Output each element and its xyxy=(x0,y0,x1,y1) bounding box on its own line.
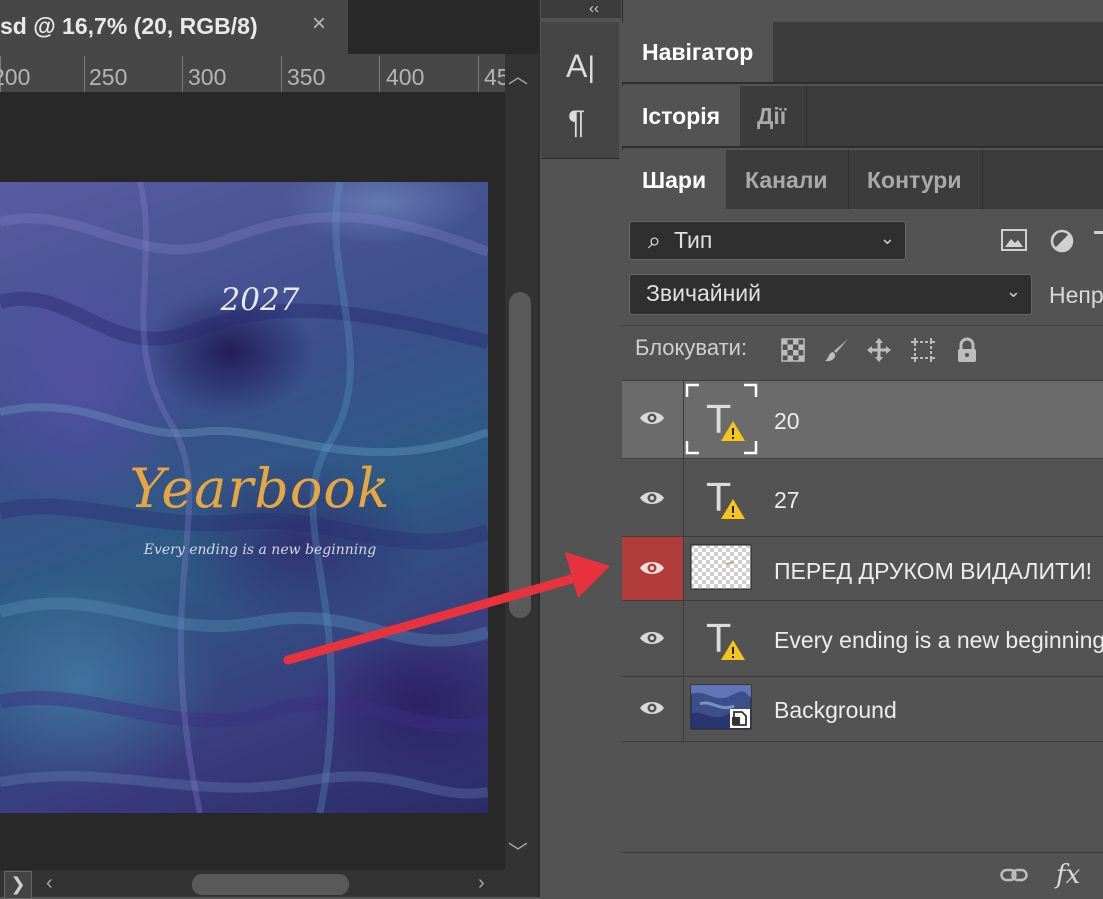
ruler-tick-label: 250 xyxy=(89,64,128,90)
filter-type-layer-icon[interactable] xyxy=(1094,229,1103,253)
link-layers-icon[interactable] xyxy=(1000,866,1028,884)
navigator-panel-header: Навігатор xyxy=(622,22,1103,84)
chevron-down-icon: ⌄ xyxy=(1005,281,1021,301)
lock-artboard-icon[interactable] xyxy=(910,337,936,363)
chevron-down-icon: ⌄ xyxy=(879,228,895,248)
horizontal-ruler[interactable]: 200 250 300 350 400 45 xyxy=(0,54,505,94)
eye-icon xyxy=(640,412,664,424)
opacity-label: Непр xyxy=(1049,282,1103,308)
lock-label: Блокувати: xyxy=(635,335,748,360)
ruler-tick xyxy=(84,56,85,92)
text-layer-thumbnail: T xyxy=(685,383,758,455)
blend-mode-value: Звичайний xyxy=(646,280,761,306)
layer-row[interactable]: T Every ending is a new beginning xyxy=(622,600,1103,676)
layer-visibility-toggle[interactable] xyxy=(622,677,684,741)
tab-history[interactable]: Історія xyxy=(622,86,741,146)
next-document-icon[interactable]: ❯ xyxy=(4,871,32,899)
layer-row[interactable]: T 27 xyxy=(622,458,1103,536)
close-tab-icon[interactable]: × xyxy=(312,10,326,38)
smart-object-thumbnail xyxy=(690,684,752,730)
layers-panel-header: Шари Канали Контури xyxy=(622,150,1103,212)
layer-name[interactable]: ПЕРЕД ДРУКОМ ВИДАЛИТИ! xyxy=(774,558,1092,585)
eye-icon xyxy=(640,562,664,574)
layer-visibility-toggle[interactable] xyxy=(622,601,684,676)
character-panel-icon[interactable]: A| xyxy=(566,48,595,85)
artboard-title-text: Yearbook xyxy=(129,457,391,520)
ruler-tick-label: 350 xyxy=(287,64,326,90)
layer-name[interactable]: Background xyxy=(774,697,897,724)
ruler-tick xyxy=(182,56,183,92)
scroll-right-icon[interactable]: › xyxy=(478,872,485,895)
eye-icon xyxy=(640,632,664,644)
document-tab-title[interactable]: sd @ 16,7% (20, RGB/8) xyxy=(0,13,258,40)
horizontal-scroll-thumb[interactable] xyxy=(192,874,349,895)
ruler-tick xyxy=(478,56,479,92)
scroll-up-icon[interactable]: ︿ xyxy=(508,60,528,89)
document-tab[interactable]: sd @ 16,7% (20, RGB/8) × xyxy=(0,0,348,55)
lock-transparent-pixels-icon[interactable] xyxy=(780,337,806,363)
layer-filter-select[interactable]: ⌕ Тип ⌄ xyxy=(629,221,906,260)
layer-visibility-toggle[interactable] xyxy=(622,537,684,600)
filter-pixel-layer-icon[interactable] xyxy=(1001,229,1027,251)
tab-paths[interactable]: Контури xyxy=(847,150,983,210)
ruler-tick-label: 400 xyxy=(386,64,425,90)
eye-icon xyxy=(640,492,664,504)
collapse-panels-icon[interactable]: ‹‹ xyxy=(589,0,599,17)
ruler-tick-label: 45 xyxy=(484,64,505,90)
character-glyph: A xyxy=(566,48,588,84)
ruler-tick xyxy=(379,56,380,92)
artboard-year-text: 2027 xyxy=(220,282,300,318)
ruler-tick-label: 200 xyxy=(0,64,31,90)
layer-visibility-toggle[interactable] xyxy=(622,459,684,536)
layers-panel-footer xyxy=(622,852,1103,898)
tab-channels[interactable]: Канали xyxy=(725,150,849,210)
layer-row[interactable]: T 20 xyxy=(622,380,1103,458)
paragraph-panel-icon[interactable]: ¶ xyxy=(568,104,585,141)
text-layer-thumbnail: T xyxy=(706,617,745,661)
filter-adjustment-layer-icon[interactable] xyxy=(1050,229,1074,253)
artboard-image[interactable]: 2027 Yearbook Every ending is a new begi… xyxy=(0,182,488,813)
layer-name[interactable]: 27 xyxy=(774,487,800,514)
vertical-scroll-thumb[interactable] xyxy=(509,292,531,618)
layer-name[interactable]: Every ending is a new beginning xyxy=(774,627,1103,654)
tab-navigator[interactable]: Навігатор xyxy=(622,22,774,82)
lock-image-pixels-icon[interactable] xyxy=(824,337,850,363)
layer-row[interactable]: ПЕРЕД ДРУКОМ ВИДАЛИТИ! xyxy=(622,536,1103,600)
blend-mode-select[interactable]: Звичайний ⌄ xyxy=(629,274,1032,315)
scroll-down-icon[interactable]: ﹀ xyxy=(508,836,528,865)
layer-name[interactable]: 20 xyxy=(774,408,800,435)
layer-visibility-toggle[interactable] xyxy=(622,381,684,458)
tab-actions[interactable]: Дії xyxy=(737,86,808,146)
lock-all-icon[interactable] xyxy=(954,337,980,363)
scroll-left-icon[interactable]: ‹ xyxy=(46,872,53,895)
layer-effects-icon[interactable]: fx xyxy=(1056,860,1080,890)
search-icon: ⌕ xyxy=(648,227,661,253)
layer-row[interactable]: Background xyxy=(622,676,1103,742)
ruler-tick-label: 300 xyxy=(188,64,227,90)
filter-value: Тип xyxy=(674,227,713,253)
dock-header xyxy=(541,0,621,18)
text-layer-thumbnail: T xyxy=(706,476,745,520)
ruler-tick xyxy=(281,56,282,92)
tab-layers[interactable]: Шари xyxy=(622,150,727,210)
lock-position-icon[interactable] xyxy=(866,337,892,363)
raster-layer-thumbnail xyxy=(690,544,752,590)
history-panel-header: Історія Дії xyxy=(622,86,1103,148)
eye-icon xyxy=(640,702,664,714)
artboard-subtitle-text: Every ending is a new beginning xyxy=(143,542,377,558)
